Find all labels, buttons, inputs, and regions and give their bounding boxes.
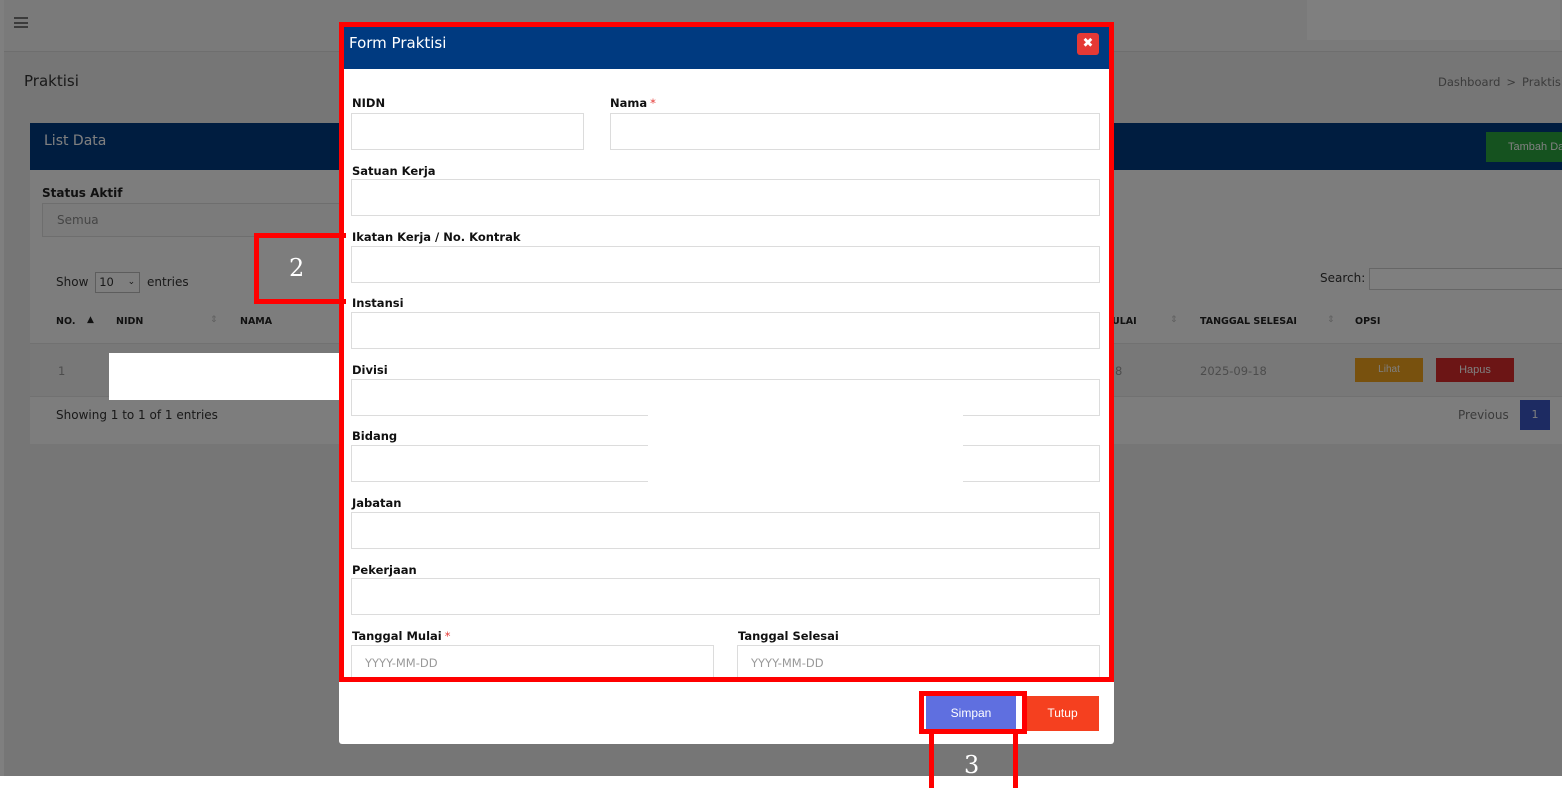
close-button[interactable]: Tutup: [1026, 696, 1099, 731]
annotation-number-2: 2: [289, 254, 305, 282]
redacted-area: [109, 353, 341, 400]
annotation-number-3: 3: [964, 751, 980, 779]
annotation-frame-form: [339, 22, 1114, 682]
annotation-box-save: [919, 691, 1027, 734]
